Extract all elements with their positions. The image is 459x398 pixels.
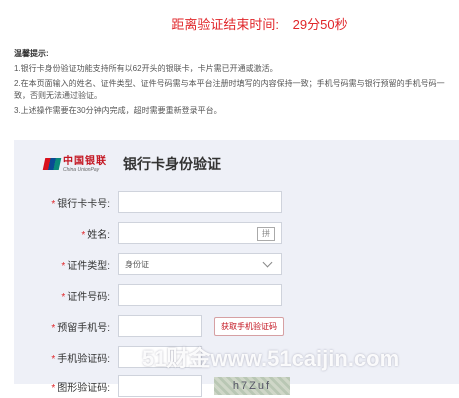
id-number-row: * 证件号码: <box>14 283 282 307</box>
id-number-label: * 证件号码: <box>61 291 110 303</box>
captcha-input[interactable] <box>118 375 202 397</box>
name-input[interactable]: 拼 <box>118 222 282 244</box>
captcha-image[interactable]: h7Zuf <box>214 377 290 395</box>
brand-en: China UnionPay <box>63 166 100 173</box>
tip-item-2: 2.在本页面输入的姓名、证件类型、证件号码需与本平台注册时填写的内容保持一致；手… <box>14 79 445 100</box>
id-type-select[interactable]: 身份证 <box>118 253 282 275</box>
name-label: * 姓名: <box>81 229 110 241</box>
site-watermark: 51财金www.51caijin.com <box>142 346 400 371</box>
phone-row: * 预留手机号: 获取手机验证码 <box>14 314 284 338</box>
id-type-label: * 证件类型: <box>61 260 110 272</box>
phone-input[interactable] <box>118 315 202 337</box>
tips-section: 温馨提示: 1.银行卡身份验证功能支持所有以62开头的银联卡，卡片需已开通或激活… <box>14 48 459 120</box>
countdown-time: 29分50秒 <box>292 17 348 32</box>
id-type-row: * 证件类型: 身份证 <box>14 252 282 276</box>
name-row: * 姓名: 拼 <box>14 221 282 245</box>
captcha-row: * 图形验证码: h7Zuf <box>14 374 290 398</box>
phone-label: * 预留手机号: <box>51 322 110 334</box>
chevron-down-icon <box>262 257 273 268</box>
tips-title: 温馨提示: <box>14 49 49 58</box>
unionpay-logo-icon <box>42 158 62 170</box>
sms-code-label: * 手机验证码: <box>51 353 110 365</box>
id-number-input[interactable] <box>118 284 282 306</box>
keyboard-icon[interactable]: 拼 <box>257 227 275 241</box>
tip-item-3: 3.上述操作需要在30分钟内完成，超时需要重新登录平台。 <box>14 106 222 115</box>
tip-item-1: 1.银行卡身份验证功能支持所有以62开头的银联卡，卡片需已开通或激活。 <box>14 64 278 73</box>
captcha-label: * 图形验证码: <box>51 382 110 394</box>
id-type-value: 身份证 <box>125 259 149 269</box>
card-number-row: * 银行卡卡号: <box>14 190 282 214</box>
card-number-input[interactable] <box>118 191 282 213</box>
card-number-label: * 银行卡卡号: <box>51 198 110 210</box>
countdown-label: 距离验证结束时间: <box>171 17 280 32</box>
unionpay-brand: 中国银联 China UnionPay <box>63 156 107 173</box>
get-sms-code-button[interactable]: 获取手机验证码 <box>214 316 284 336</box>
brand-cn: 中国银联 <box>63 155 107 167</box>
panel-title: 银行卡身份验证 <box>123 156 221 172</box>
panel-header: 中国银联 China UnionPay 银行卡身份验证 <box>42 152 221 176</box>
countdown-banner: 距离验证结束时间: 29分50秒 <box>0 14 459 33</box>
